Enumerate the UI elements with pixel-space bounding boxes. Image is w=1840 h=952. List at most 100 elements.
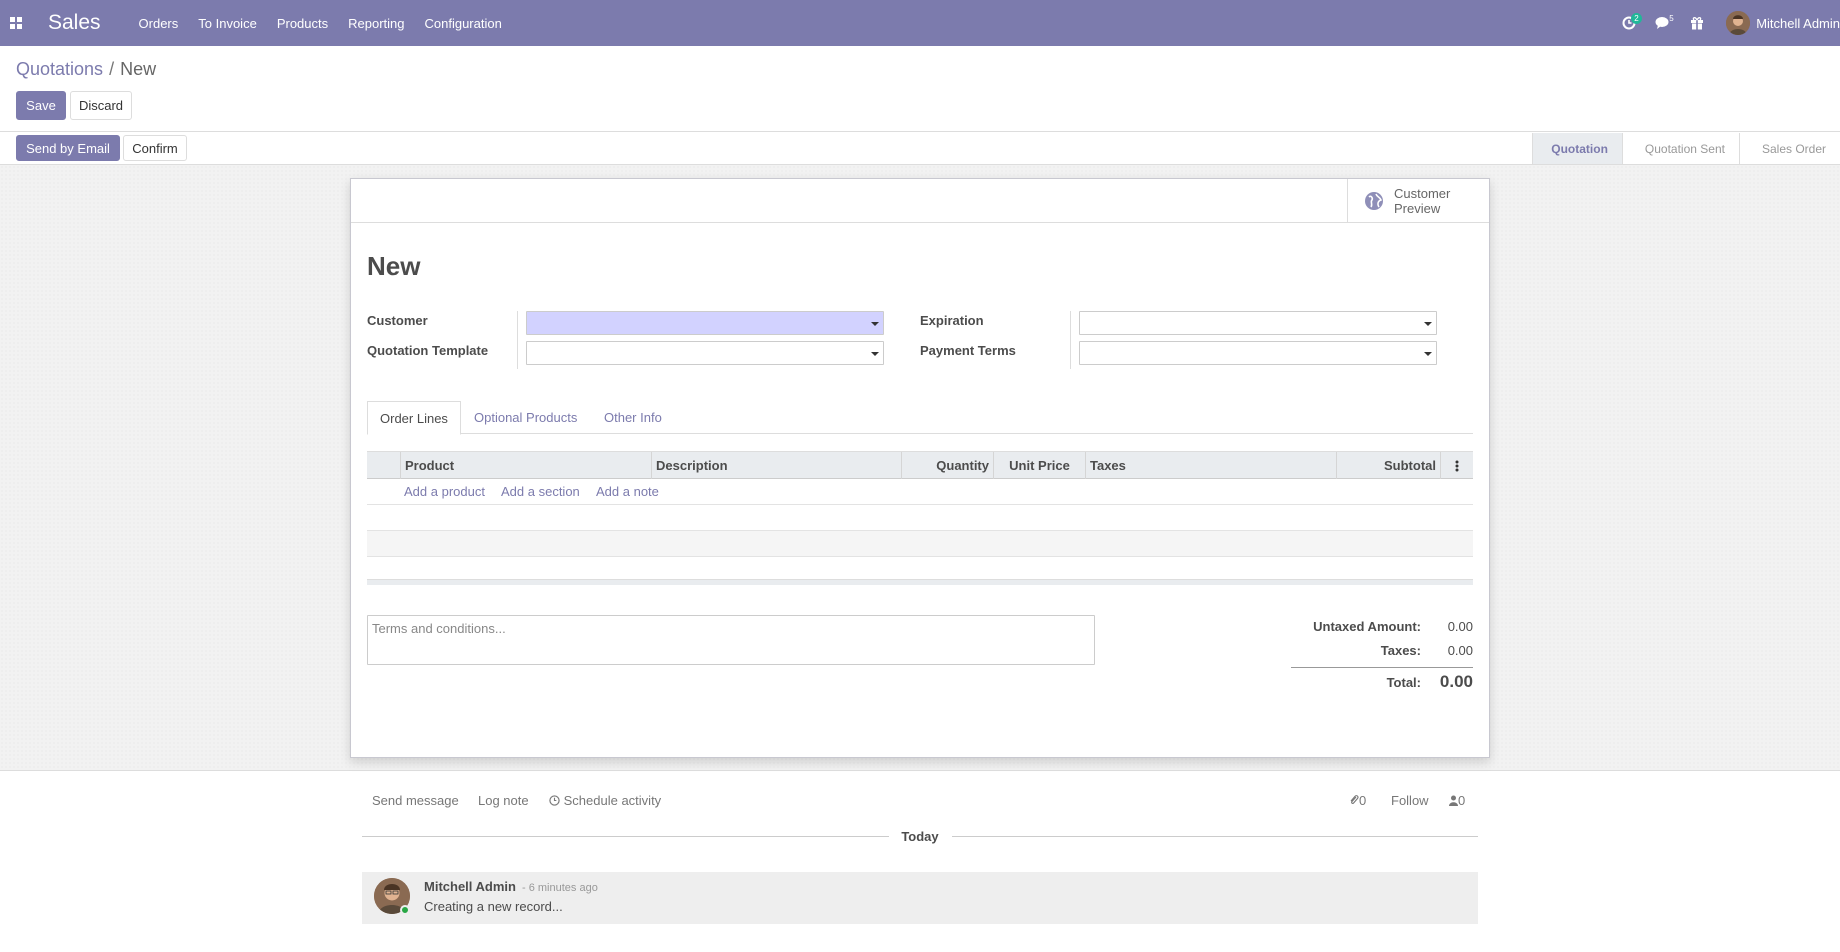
user-name: Mitchell Admin <box>1756 15 1840 31</box>
control-panel: Quotations / New Save Discard <box>0 46 1840 132</box>
stage-sales-order[interactable]: Sales Order <box>1738 133 1840 164</box>
quotation-template-label: Quotation Template <box>367 343 489 358</box>
gift-icon[interactable] <box>1680 0 1714 46</box>
expiration-field[interactable] <box>1079 311 1437 335</box>
preview-label-line1: Customer <box>1394 186 1451 201</box>
untaxed-amount-row: Untaxed Amount: 0.00 <box>1291 619 1473 643</box>
status-bar: Send by Email Confirm Quotation Quotatio… <box>0 133 1840 165</box>
tab-optional-products[interactable]: Optional Products <box>474 401 577 434</box>
log-note-button[interactable]: Log note <box>478 793 529 808</box>
confirm-button[interactable]: Confirm <box>123 135 187 161</box>
notebook-tabs: Order Lines Optional Products Other Info <box>367 401 1473 435</box>
total-row: Total: 0.00 <box>1291 672 1473 698</box>
breadcrumb-separator: / <box>109 59 115 79</box>
send-by-email-button[interactable]: Send by Email <box>16 135 120 161</box>
stage-pipeline: Quotation Quotation Sent Sales Order <box>1532 133 1840 164</box>
totals-divider <box>1291 667 1473 668</box>
breadcrumb-current: New <box>120 59 157 79</box>
breadcrumb: Quotations / New <box>16 59 156 80</box>
stage-quotation-sent[interactable]: Quotation Sent <box>1621 133 1739 164</box>
clock-icon <box>549 795 560 806</box>
total-label: Total: <box>1386 675 1421 690</box>
tab-other-info[interactable]: Other Info <box>604 401 662 434</box>
date-separator-label: Today <box>901 829 939 844</box>
column-description[interactable]: Description <box>651 452 901 479</box>
save-button[interactable]: Save <box>16 91 66 120</box>
quotation-template-field[interactable] <box>526 341 884 365</box>
followers-button[interactable]: 0 <box>1449 793 1465 808</box>
stage-quotation[interactable]: Quotation <box>1532 133 1622 164</box>
taxes-row: Taxes: 0.00 <box>1291 643 1473 667</box>
activity-count-badge: 2 <box>1631 13 1642 24</box>
menu-reporting[interactable]: Reporting <box>348 16 404 31</box>
message-body: Creating a new record... <box>424 899 563 914</box>
top-navbar: Sales Orders To Invoice Products Reporti… <box>0 0 1840 46</box>
schedule-activity-button[interactable]: Schedule activity <box>549 793 661 808</box>
add-note-link[interactable]: Add a note <box>596 484 659 499</box>
payment-terms-label: Payment Terms <box>920 343 1016 358</box>
paperclip-icon <box>1350 795 1359 804</box>
menu-orders[interactable]: Orders <box>139 16 179 31</box>
message-author[interactable]: Mitchell Admin <box>424 879 516 894</box>
breadcrumb-quotations[interactable]: Quotations <box>16 59 103 79</box>
totals-summary: Untaxed Amount: 0.00 Taxes: 0.00 Total: … <box>1291 619 1473 698</box>
handle-column-header <box>367 452 400 479</box>
send-message-button[interactable]: Send message <box>372 793 459 808</box>
globe-icon <box>1365 192 1383 210</box>
column-quantity[interactable]: Quantity <box>901 452 993 479</box>
column-subtotal[interactable]: Subtotal <box>1336 452 1440 479</box>
untaxed-amount-label: Untaxed Amount: <box>1313 619 1421 634</box>
customer-field[interactable] <box>526 311 884 335</box>
menu-to-invoice[interactable]: To Invoice <box>198 16 257 31</box>
taxes-value: 0.00 <box>1447 643 1473 658</box>
chevron-down-icon <box>871 352 879 356</box>
payment-terms-field[interactable] <box>1079 341 1437 365</box>
table-header: Product Description Quantity Unit Price … <box>367 451 1473 479</box>
form-sheet: Customer Preview New Customer Quotation T… <box>350 178 1490 758</box>
activity-icon[interactable]: 2 <box>1612 0 1646 46</box>
field-divider-left <box>517 311 518 369</box>
chevron-down-icon <box>871 322 879 326</box>
untaxed-amount-value: 0.00 <box>1447 619 1473 634</box>
menu-products[interactable]: Products <box>277 16 328 31</box>
table-row <box>367 505 1473 531</box>
message-count-badge: 5 <box>1669 14 1674 23</box>
record-title: New <box>367 251 421 281</box>
column-unit-price[interactable]: Unit Price <box>993 452 1085 479</box>
followers-count: 0 <box>1458 793 1466 808</box>
field-divider-right <box>1070 311 1071 369</box>
taxes-label: Taxes: <box>1380 643 1421 658</box>
column-product[interactable]: Product <box>400 452 651 479</box>
chevron-down-icon <box>1424 322 1432 326</box>
user-icon <box>1449 795 1458 806</box>
messaging-icon[interactable]: 5 <box>1646 0 1680 46</box>
message-date: - 6 minutes ago <box>522 882 598 894</box>
add-line-row: Add a product Add a section Add a note <box>367 479 1473 505</box>
customer-preview-button[interactable]: Customer Preview <box>1347 179 1489 223</box>
follow-button[interactable]: Follow <box>1391 793 1429 808</box>
app-brand[interactable]: Sales <box>48 11 101 35</box>
chatter-message: Mitchell Admin - 6 minutes ago Creating … <box>362 872 1478 924</box>
table-footer <box>367 579 1473 585</box>
terms-and-conditions-field[interactable]: Terms and conditions... <box>367 615 1095 665</box>
add-section-link[interactable]: Add a section <box>501 484 580 499</box>
tab-order-lines[interactable]: Order Lines <box>367 401 461 435</box>
menu-configuration[interactable]: Configuration <box>425 16 502 31</box>
optional-columns-icon[interactable] <box>1440 452 1473 479</box>
attachments-count: 0 <box>1359 793 1367 808</box>
column-taxes[interactable]: Taxes <box>1085 452 1336 479</box>
online-status-icon <box>400 905 410 915</box>
attachments-button[interactable]: 0 <box>1349 793 1366 808</box>
user-menu[interactable]: Mitchell Admin <box>1726 11 1840 35</box>
button-box: Customer Preview <box>351 179 1489 223</box>
expiration-label: Expiration <box>920 313 984 328</box>
order-lines-table: Product Description Quantity Unit Price … <box>367 451 1473 585</box>
apps-menu-icon[interactable] <box>0 0 32 46</box>
add-product-link[interactable]: Add a product <box>404 484 485 499</box>
date-separator: Today <box>362 829 1478 844</box>
table-row <box>367 531 1473 557</box>
total-value: 0.00 <box>1439 672 1473 691</box>
preview-label-line2: Preview <box>1394 201 1441 216</box>
user-avatar <box>1726 11 1751 35</box>
discard-button[interactable]: Discard <box>70 91 132 120</box>
